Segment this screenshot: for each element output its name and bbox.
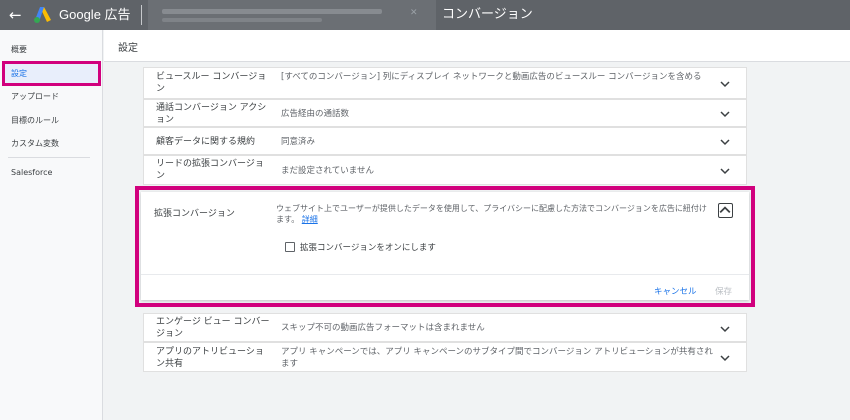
save-button[interactable]: 保存: [715, 285, 732, 297]
sidebar-item-salesforce[interactable]: Salesforce: [11, 167, 52, 179]
row-value: [すべてのコンバージョン] 列にディスプレイ ネットワークと動画広告のビュースル…: [281, 72, 702, 82]
row-value: まだ設定されていません: [281, 166, 374, 176]
row-label: 顧客データに関する規約: [156, 137, 256, 147]
row-value: アプリ キャンペーンでは、アプリ キャンペーンのサブタイプ間でコンバージョン ア…: [281, 347, 713, 369]
sidebar-item-goal-rules[interactable]: 目標のルール: [11, 115, 59, 127]
settings-row-app-attribution[interactable]: アプリのアトリビューション共有 アプリ キャンペーンでは、アプリ キャンペーンの…: [143, 342, 747, 372]
row-value: 同意済み: [281, 137, 316, 147]
enhanced-conversion-checkbox[interactable]: [285, 242, 295, 252]
close-icon: ✕: [410, 8, 418, 18]
panel-divider: [141, 274, 749, 275]
row-label: リードの拡張コンバージョン: [156, 159, 264, 181]
row-value: 広告経由の通話数: [281, 109, 350, 119]
learn-more-link[interactable]: 詳細: [302, 215, 318, 224]
chevron-down-icon[interactable]: [720, 79, 730, 89]
description-text: ウェブサイト上でユーザーが提供したデータを使用して、プライバシーに配慮した方法で…: [276, 204, 707, 224]
chevron-down-icon[interactable]: [720, 324, 730, 334]
topbar-divider: [141, 5, 142, 25]
google-ads-logo: [34, 7, 51, 23]
row-label: アプリのアトリビューション共有: [156, 347, 264, 369]
sidebar: 概要 設定 アップロード 目標のルール カスタム変数 Salesforce: [0, 30, 103, 420]
settings-row-call-conversion[interactable]: 通話コンバージョン アクション 広告経由の通話数: [143, 99, 747, 127]
settings-row-engaged-view[interactable]: エンゲージ ビュー コンバージョン スキップ不可の動画広告フォーマットは含まれま…: [143, 313, 747, 342]
row-value: スキップ不可の動画広告フォーマットは含まれません: [281, 323, 485, 333]
sidebar-item-custom-variables[interactable]: カスタム変数: [11, 138, 59, 150]
page-title: コンバージョン: [442, 7, 533, 22]
arrow-left-icon[interactable]: ←: [9, 5, 22, 25]
checkbox-label[interactable]: 拡張コンバージョンをオンにします: [300, 241, 436, 253]
chevron-down-icon[interactable]: [720, 109, 730, 119]
chevron-down-icon[interactable]: [720, 166, 730, 176]
redacted-account-text: [162, 9, 382, 14]
settings-row-view-through[interactable]: ビュースルー コンバージョン [すべてのコンバージョン] 列にディスプレイ ネッ…: [143, 67, 747, 99]
row-label: エンゲージ ビュー コンバージョン: [156, 317, 270, 339]
sidebar-item-settings[interactable]: 設定: [11, 68, 27, 80]
sidebar-divider: [8, 157, 90, 158]
row-label: ビュースルー コンバージョン: [156, 72, 267, 94]
account-selector[interactable]: ✕: [148, 0, 436, 30]
chevron-down-icon[interactable]: [720, 137, 730, 147]
chevron-up-icon: [719, 206, 731, 214]
settings-row-customer-data-terms[interactable]: 顧客データに関する規約 同意済み: [143, 127, 747, 155]
content-header: 設定: [104, 30, 850, 62]
settings-row-lead-enhanced-conversion[interactable]: リードの拡張コンバージョン まだ設定されていません: [143, 155, 747, 185]
section-title: 設定: [118, 43, 138, 54]
cancel-button[interactable]: キャンセル: [654, 285, 697, 297]
row-label: 通話コンバージョン アクション: [156, 103, 267, 125]
enhanced-conversion-description: ウェブサイト上でユーザーが提供したデータを使用して、プライバシーに配慮した方法で…: [276, 203, 712, 225]
brand-name: Google 広告: [59, 7, 131, 22]
enhanced-conversion-label: 拡張コンバージョン: [154, 209, 235, 219]
redacted-account-subtext: [162, 18, 322, 22]
sidebar-item-uploads[interactable]: アップロード: [11, 91, 59, 103]
top-app-bar: ← Google 広告 ✕ コンバージョン: [0, 0, 850, 30]
collapse-button[interactable]: [718, 203, 733, 218]
sidebar-item-overview[interactable]: 概要: [11, 44, 27, 56]
chevron-down-icon[interactable]: [720, 353, 730, 363]
